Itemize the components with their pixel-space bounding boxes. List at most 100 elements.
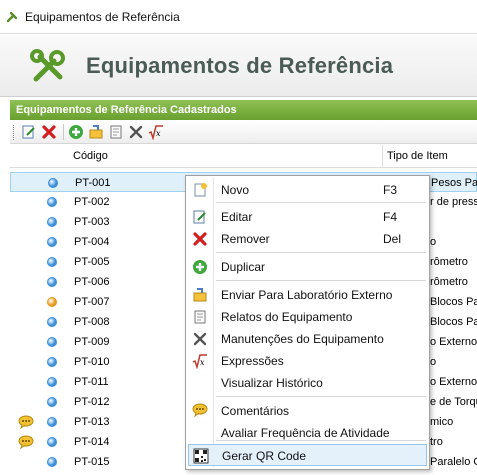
cell-tipo: Blocos Pa	[430, 316, 477, 328]
menu-item-label: Editar	[221, 210, 253, 224]
svg-text:x: x	[156, 129, 161, 138]
toolbar-separator	[63, 124, 64, 140]
cell-codigo: PT-002	[74, 196, 110, 208]
status-dot-icon	[47, 437, 57, 447]
status-dot-icon	[47, 417, 57, 427]
status-dot-icon	[47, 297, 57, 307]
cell-tipo: o	[430, 356, 437, 368]
menu-item-label: Gerar QR Code	[222, 449, 307, 463]
maintenance-icon[interactable]	[127, 123, 145, 141]
cell-codigo: PT-008	[74, 316, 110, 328]
cell-codigo: PT-006	[74, 276, 110, 288]
status-dot-icon	[47, 337, 57, 347]
status-dot-icon	[47, 377, 57, 387]
cell-codigo: PT-009	[74, 336, 110, 348]
qr-code-icon	[193, 448, 209, 464]
grid-header: Código Tipo de Item	[10, 145, 477, 168]
status-dot-icon	[47, 237, 57, 247]
menu-item-remover[interactable]: Remover Del	[188, 228, 427, 250]
menu-item-expressoes[interactable]: x Expressões	[188, 350, 427, 372]
menu-item-novo[interactable]: Novo F3	[188, 179, 427, 201]
cell-tipo: rômetro	[430, 276, 468, 288]
status-dot-icon	[48, 178, 58, 188]
column-header-tipo[interactable]: Tipo de Item	[387, 150, 448, 162]
cell-tipo: e de Torqu	[430, 396, 477, 408]
delete-icon[interactable]	[40, 123, 58, 141]
cell-tipo: rômetro	[430, 256, 468, 268]
menu-item-label: Remover	[221, 232, 270, 246]
menu-item-label: Expressões	[221, 354, 284, 368]
app-icon	[6, 10, 19, 23]
status-dot-icon	[47, 257, 57, 267]
status-dot-icon	[47, 457, 57, 467]
menu-item-label: Duplicar	[221, 260, 266, 274]
menu-item-label: Comentários	[221, 404, 290, 418]
toolbar: x	[10, 121, 477, 144]
column-divider[interactable]	[382, 145, 383, 168]
menu-item-label: Avaliar Frequência de Atividade	[221, 426, 390, 440]
cell-codigo: PT-015	[74, 456, 110, 468]
cell-tipo: o Externo	[430, 376, 477, 388]
expression-icon: x	[192, 353, 208, 370]
cell-tipo: o	[430, 236, 437, 248]
page-header: Equipamentos de Referência	[0, 35, 477, 97]
context-menu: Novo F3 Editar F4 Remover Del Duplicar Enviar P…	[185, 175, 430, 470]
status-dot-icon	[47, 357, 57, 367]
status-dot-icon	[47, 317, 57, 327]
report-icon	[192, 309, 208, 325]
menu-item-label: Visualizar Histórico	[221, 376, 323, 390]
status-dot-icon	[47, 217, 57, 227]
edit-icon[interactable]	[20, 123, 38, 141]
menu-item-label: Relatos do Equipamento	[221, 310, 353, 324]
menu-item-relatos-do-equipamento[interactable]: Relatos do Equipamento	[188, 306, 427, 328]
menu-separator	[216, 280, 426, 281]
comment-icon	[192, 403, 208, 419]
cell-tipo: r de press	[430, 196, 477, 208]
menu-item-shortcut: F3	[383, 183, 398, 197]
cell-codigo: PT-007	[74, 296, 110, 308]
send-lab-icon[interactable]	[87, 123, 105, 141]
cell-codigo: PT-005	[74, 256, 110, 268]
menu-separator	[216, 396, 426, 397]
menu-item-comentarios[interactable]: Comentários	[188, 400, 427, 422]
comment-icon[interactable]	[18, 435, 34, 450]
cell-tipo: mico	[430, 416, 454, 428]
menu-item-visualizar-historico[interactable]: Visualizar Histórico	[188, 372, 427, 394]
cell-tipo: tro	[430, 436, 443, 448]
toolbar-grip[interactable]	[13, 124, 16, 140]
menu-separator	[216, 440, 426, 441]
send-lab-icon	[192, 287, 208, 303]
menu-separator	[216, 252, 426, 253]
comment-icon[interactable]	[18, 415, 34, 430]
cell-codigo: PT-013	[74, 416, 110, 428]
cell-codigo: PT-003	[74, 216, 110, 228]
cell-tipo: Pesos Pad	[431, 177, 477, 189]
menu-separator	[216, 202, 426, 203]
edit-icon	[192, 209, 208, 225]
menu-item-gerar-qr-code[interactable]: Gerar QR Code	[188, 444, 427, 466]
menu-item-label: Novo	[221, 183, 250, 197]
cell-codigo: PT-014	[74, 436, 110, 448]
menu-item-label: Manutenções do Equipamento	[221, 332, 384, 346]
menu-item-shortcut: F4	[383, 210, 398, 224]
menu-item-manutencoes-do-equipamento[interactable]: Manutenções do Equipamento	[188, 328, 427, 350]
add-icon[interactable]	[67, 123, 85, 141]
svg-text:x: x	[200, 358, 205, 367]
status-dot-icon	[47, 277, 57, 287]
menu-item-shortcut: Del	[383, 232, 402, 246]
expression-icon[interactable]: x	[147, 123, 165, 141]
delete-icon	[192, 231, 208, 247]
cell-tipo: Paralelo O	[430, 456, 477, 468]
menu-item-duplicar[interactable]: Duplicar	[188, 256, 427, 278]
window-titlebar: Equipamentos de Referência	[0, 0, 477, 34]
report-icon[interactable]	[107, 123, 125, 141]
cell-tipo: Blocos Pa	[430, 296, 477, 308]
new-icon	[192, 182, 208, 198]
duplicate-icon	[192, 259, 208, 275]
menu-item-editar[interactable]: Editar F4	[188, 206, 427, 228]
menu-item-enviar-para-laboratorio-externo[interactable]: Enviar Para Laboratório Externo	[188, 284, 427, 306]
column-header-codigo[interactable]: Código	[73, 150, 108, 162]
section-title: Equipamentos de Referência Cadastrados	[10, 100, 477, 120]
maintenance-icon	[192, 331, 208, 347]
page-title: Equipamentos de Referência	[86, 53, 394, 78]
